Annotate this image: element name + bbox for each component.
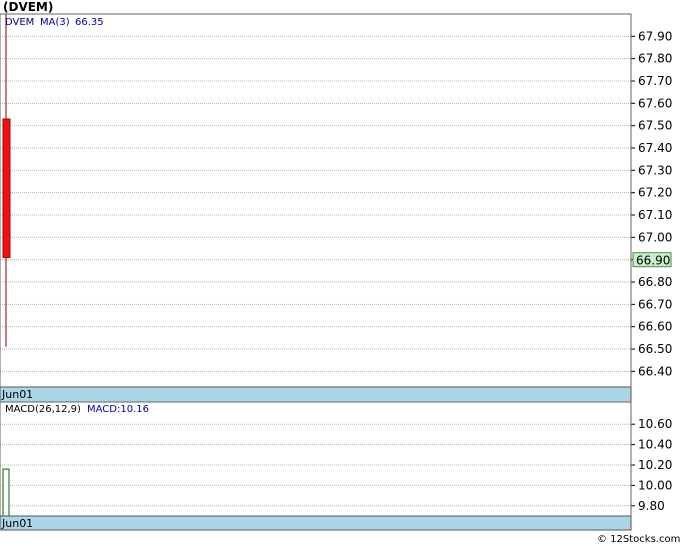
price-date-bar [0,386,632,403]
ma-value: 66.35 [75,17,104,28]
macd-date-bar [0,515,632,531]
price-tick-label: 67.20 [638,186,672,200]
macd-axis-ticks: 10.60 10.40 10.20 10.00 9.80 [631,417,672,513]
current-price-label: 66.90 [636,254,670,268]
price-panel-frame [0,13,632,403]
price-panel: 67.90 67.80 67.70 67.60 67.50 67.40 67.30 67.20… [0,13,672,403]
chart-canvas: (DVEM) 67.9067.8067.7067.6067.5067.4067.… [0,0,680,545]
price-tick-label: 67.80 [638,52,672,66]
macd-date-label: Jun01 [1,517,33,530]
price-axis-ticks: 67.90 67.80 67.70 67.60 67.50 67.40 67.30 67.20… [631,29,672,378]
macd-label: MACD(26,12,9) [5,404,81,415]
price-candles [2,14,11,347]
price-tick-label: 67.70 [638,74,672,88]
macd-tick-label: 10.00 [638,478,672,492]
ticker-label: DVEM [5,17,34,28]
watermark: © 12Stocks.com [597,534,680,545]
macd-value-label: MACD:10.16 [87,404,149,415]
chart-title: (DVEM) [3,0,53,14]
macd-bar [2,468,10,517]
price-tick-label: 66.40 [638,364,672,378]
price-tick-label: 67.00 [638,230,672,244]
price-tick-label: 67.40 [638,141,672,155]
price-tick-label: 67.60 [638,96,672,110]
price-tick-label: 66.70 [638,297,672,311]
price-tick-label: 67.50 [638,119,672,133]
macd-tick-label: 9.80 [638,499,665,513]
macd-gridlines [0,423,631,507]
macd-tick-label: 10.40 [638,438,672,452]
price-tick-label: 67.10 [638,208,672,222]
price-tick-label: 67.30 [638,163,672,177]
macd-panel-frame [0,401,632,531]
price-tick-label: 66.60 [638,320,672,334]
price-date-label: Jun01 [1,388,33,401]
macd-tick-label: 10.60 [638,417,672,431]
macd-panel: 10.60 10.40 10.20 10.00 9.80 MACD(26,12,9) M… [0,401,672,531]
macd-bars [2,468,10,517]
candle-body [2,118,11,258]
ma-label: MA(3) [40,17,70,28]
price-tick-label: 66.80 [638,275,672,289]
macd-tick-label: 10.20 [638,458,672,472]
price-gridlines [0,35,631,372]
price-tick-label: 67.90 [638,29,672,43]
price-tick-label: 66.50 [638,342,672,356]
